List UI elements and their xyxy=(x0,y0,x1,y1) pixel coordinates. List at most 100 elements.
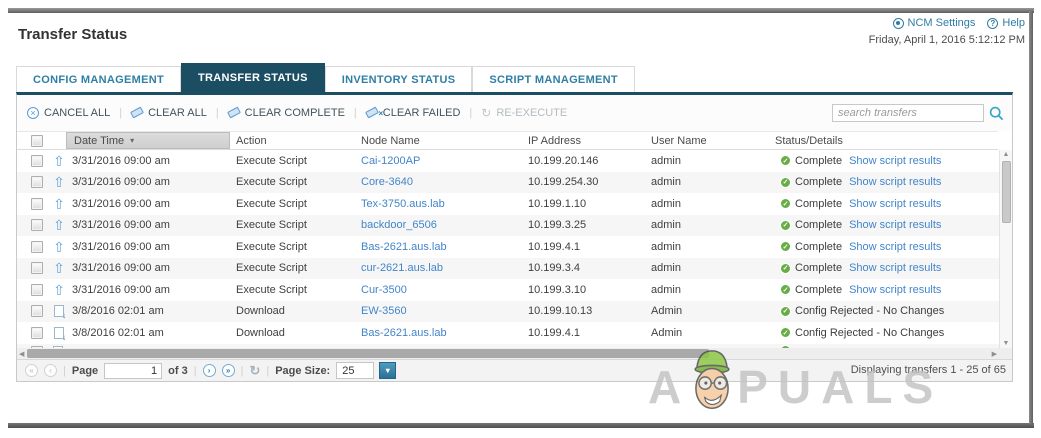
cell-date-time: 3/31/2016 09:00 am xyxy=(72,172,170,194)
cell-status-details: Config Rejected - No Changes xyxy=(780,322,944,344)
status-text: Complete xyxy=(795,155,842,167)
node-link[interactable]: Bas-2621.aus.lab xyxy=(361,327,447,339)
scroll-up-arrow-icon[interactable]: ▲ xyxy=(1000,151,1012,158)
cell-date-time: 3/8/2016 02:01 am xyxy=(72,301,164,323)
row-checkbox[interactable] xyxy=(31,262,43,274)
cell-node-name: EW-3560 xyxy=(361,301,407,323)
tab-config-management[interactable]: CONFIG MANAGEMENT xyxy=(16,66,181,92)
cell-node-name: Tex-3750.aus.lab xyxy=(361,193,445,215)
node-link[interactable]: backdoor_6506 xyxy=(361,219,437,231)
execute-script-icon xyxy=(53,175,65,189)
vertical-scroll-thumb[interactable] xyxy=(1002,161,1011,223)
cell-status-details: Config Rejected - No Changes xyxy=(780,301,944,323)
column-header-action[interactable]: Action xyxy=(236,132,267,149)
page-size-label: Page Size: xyxy=(275,365,330,377)
toolbar-button-label: CANCEL ALL xyxy=(44,107,110,119)
show-script-results-link[interactable]: Show script results xyxy=(849,155,941,167)
tab-inventory-status[interactable]: INVENTORY STATUS xyxy=(325,66,473,92)
ncm-settings-link[interactable]: NCM Settings xyxy=(893,17,976,29)
cell-node-name: Cur-3500 xyxy=(361,279,407,301)
status-text: Complete xyxy=(795,262,842,274)
node-link[interactable]: cur-2621.aus.lab xyxy=(361,262,443,274)
execute-script-icon xyxy=(53,261,65,275)
clear-complete-button[interactable]: CLEAR COMPLETE xyxy=(228,107,345,119)
row-checkbox[interactable] xyxy=(31,176,43,188)
help-link[interactable]: ? Help xyxy=(987,17,1025,29)
window-bottom-edge xyxy=(8,423,1034,428)
column-header-ip-address[interactable]: IP Address xyxy=(528,132,581,149)
status-text: Complete xyxy=(795,198,842,210)
cell-checkbox xyxy=(31,215,43,237)
node-link[interactable]: Tex-3750.aus.lab xyxy=(361,198,445,210)
toolbar-divider: | xyxy=(354,107,357,119)
status-complete-icon xyxy=(780,284,791,295)
row-checkbox[interactable] xyxy=(31,155,43,167)
show-script-results-link[interactable]: Show script results xyxy=(849,219,941,231)
column-header-node-name[interactable]: Node Name xyxy=(361,132,420,149)
show-script-results-link[interactable]: Show script results xyxy=(849,262,941,274)
grid-body: 3/31/2016 09:00 amExecute ScriptCai-1200… xyxy=(17,150,999,344)
eraser-icon xyxy=(227,106,241,118)
row-checkbox[interactable] xyxy=(31,219,43,231)
tab-transfer-status[interactable]: TRANSFER STATUS xyxy=(181,63,325,92)
vertical-scrollbar[interactable]: ▲ ▼ xyxy=(999,150,1012,348)
clear-all-button[interactable]: CLEAR ALL xyxy=(131,107,207,119)
page-of-label: of 3 xyxy=(168,365,188,377)
eraser-icon xyxy=(130,106,144,118)
table-row: 3/31/2016 09:00 amExecute ScriptTex-3750… xyxy=(17,193,999,215)
page-number-input[interactable] xyxy=(104,363,162,379)
table-row: 3/31/2016 09:00 amExecute Scriptbackdoor… xyxy=(17,215,999,237)
column-header-date-time[interactable]: Date Time xyxy=(66,132,230,149)
scroll-left-arrow-icon[interactable]: ◀ xyxy=(19,348,24,359)
execute-script-icon xyxy=(53,283,65,297)
show-script-results-link[interactable]: Show script results xyxy=(849,284,941,296)
show-script-results-link[interactable]: Show script results xyxy=(849,241,941,253)
row-checkbox[interactable] xyxy=(31,241,43,253)
row-checkbox[interactable] xyxy=(31,327,43,339)
previous-page-button[interactable]: ‹ xyxy=(44,364,57,377)
search-icon[interactable] xyxy=(989,106,1004,121)
column-header-status-details[interactable]: Status/Details xyxy=(775,132,843,149)
status-text: Complete xyxy=(795,284,842,296)
scroll-down-arrow-icon[interactable]: ▼ xyxy=(1000,340,1012,347)
status-complete-icon xyxy=(780,327,791,338)
last-page-button[interactable]: » xyxy=(222,364,235,377)
cell-date-time: 3/31/2016 09:00 am xyxy=(72,150,170,172)
next-page-button[interactable]: › xyxy=(203,364,216,377)
show-script-results-link[interactable]: Show script results xyxy=(849,176,941,188)
column-header-user-name[interactable]: User Name xyxy=(651,132,707,149)
node-link[interactable]: Core-3640 xyxy=(361,176,413,188)
execute-script-icon xyxy=(53,154,65,168)
cancel-icon xyxy=(27,107,39,119)
scroll-right-arrow-icon[interactable]: ▶ xyxy=(992,348,997,359)
settings-icon xyxy=(893,18,904,29)
tab-script-management[interactable]: SCRIPT MANAGEMENT xyxy=(472,66,635,92)
cell-node-name: Core-3640 xyxy=(361,172,413,194)
cell-date-time: 3/31/2016 09:00 am xyxy=(72,279,170,301)
search-input[interactable] xyxy=(832,104,984,122)
refresh-icon[interactable] xyxy=(249,364,260,377)
node-link[interactable]: Cai-1200AP xyxy=(361,155,420,167)
horizontal-scrollbar[interactable]: ◀ ▶ xyxy=(17,348,999,359)
cancel-all-button[interactable]: CANCEL ALL xyxy=(27,107,110,119)
row-checkbox[interactable] xyxy=(31,284,43,296)
clear-failed-button[interactable]: CLEAR FAILED xyxy=(366,107,461,119)
current-datetime: Friday, April 1, 2016 5:12:12 PM xyxy=(869,34,1025,46)
show-script-results-link[interactable]: Show script results xyxy=(849,198,941,210)
node-link[interactable]: Bas-2621.aus.lab xyxy=(361,241,447,253)
select-all-checkbox[interactable] xyxy=(31,135,43,147)
scrollbar-corner xyxy=(999,348,1012,359)
page-size-dropdown-button[interactable] xyxy=(379,362,396,379)
cell-node-name: Bas-2621.aus.lab xyxy=(361,322,447,344)
cell-action: Download xyxy=(236,301,285,323)
page-size-value[interactable]: 25 xyxy=(336,362,374,379)
download-icon xyxy=(54,327,64,339)
cell-status-details: Complete Show script results xyxy=(780,258,941,280)
row-checkbox[interactable] xyxy=(31,305,43,317)
row-checkbox[interactable] xyxy=(31,198,43,210)
eraser-x-icon xyxy=(365,106,379,118)
node-link[interactable]: EW-3560 xyxy=(361,305,407,317)
first-page-button[interactable]: « xyxy=(25,364,38,377)
node-link[interactable]: Cur-3500 xyxy=(361,284,407,296)
horizontal-scroll-thumb[interactable] xyxy=(27,349,709,358)
